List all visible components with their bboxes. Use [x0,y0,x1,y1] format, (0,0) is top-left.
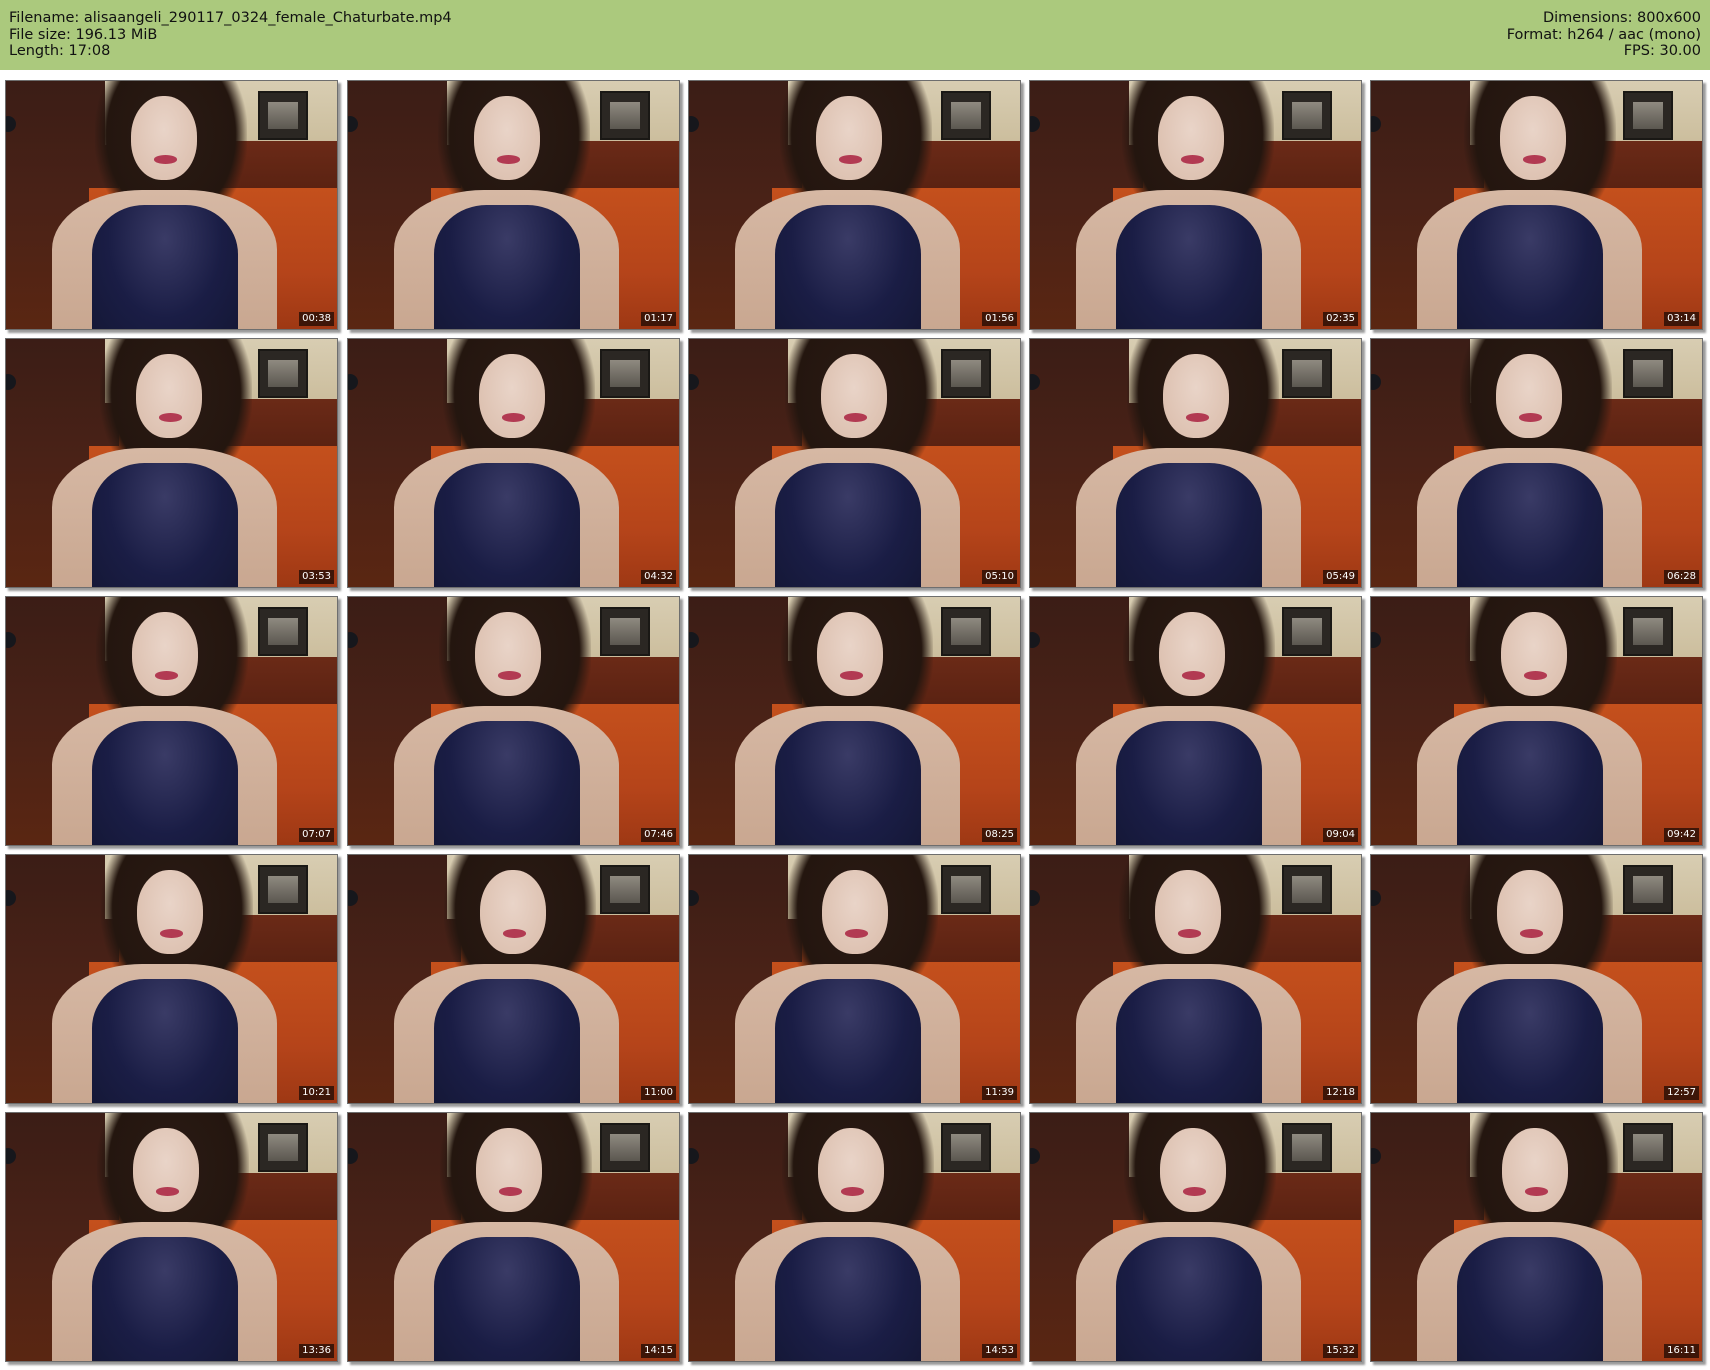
timestamp-label: 05:10 [982,570,1017,584]
video-frame-image [1371,855,1702,1103]
video-frame-image [1030,855,1361,1103]
thumbnail-frame[interactable]: 15:32 [1029,1112,1362,1362]
video-frame-image [689,81,1020,329]
thumbnail-frame[interactable]: 05:49 [1029,338,1362,588]
video-frame-image [689,597,1020,845]
timestamp-label: 13:36 [299,1344,334,1358]
video-frame-image [1030,597,1361,845]
timestamp-label: 09:04 [1323,828,1358,842]
timestamp-label: 09:42 [1664,828,1699,842]
video-frame-image [1371,81,1702,329]
thumbnail-frame[interactable]: 02:35 [1029,80,1362,330]
thumbnail-frame[interactable]: 09:42 [1370,596,1703,846]
timestamp-label: 08:25 [982,828,1017,842]
thumbnail-frame[interactable]: 13:36 [5,1112,338,1362]
thumbnail-frame[interactable]: 16:11 [1370,1112,1703,1362]
video-frame-image [6,1113,337,1361]
video-frame-image [1030,1113,1361,1361]
timestamp-label: 06:28 [1664,570,1699,584]
timestamp-label: 05:49 [1323,570,1358,584]
timestamp-label: 15:32 [1323,1344,1358,1358]
timestamp-label: 02:35 [1323,312,1358,326]
thumbnail-frame[interactable]: 07:07 [5,596,338,846]
timestamp-label: 03:53 [299,570,334,584]
thumbnail-frame[interactable]: 12:57 [1370,854,1703,1104]
timestamp-label: 12:57 [1664,1086,1699,1100]
timestamp-label: 04:32 [641,570,676,584]
video-frame-image [348,1113,679,1361]
video-frame-image [1371,597,1702,845]
video-frame-image [1371,1113,1702,1361]
video-frame-image [1030,81,1361,329]
video-frame-image [348,855,679,1103]
timestamp-label: 01:56 [982,312,1017,326]
timestamp-label: 10:21 [299,1086,334,1100]
timestamp-label: 14:53 [982,1344,1017,1358]
thumbnail-frame[interactable]: 03:14 [1370,80,1703,330]
thumbnail-frame[interactable]: 14:53 [688,1112,1021,1362]
timestamp-label: 14:15 [641,1344,676,1358]
timestamp-label: 03:14 [1664,312,1699,326]
thumbnail-frame[interactable]: 06:28 [1370,338,1703,588]
thumbnail-frame[interactable]: 09:04 [1029,596,1362,846]
thumbnail-frame[interactable]: 00:38 [5,80,338,330]
video-frame-image [689,339,1020,587]
video-frame-image [1371,339,1702,587]
video-frame-image [348,81,679,329]
thumbnail-frame[interactable]: 08:25 [688,596,1021,846]
timestamp-label: 12:18 [1323,1086,1358,1100]
timestamp-label: 00:38 [299,312,334,326]
timestamp-label: 11:39 [982,1086,1017,1100]
video-frame-image [348,339,679,587]
timestamp-label: 07:46 [641,828,676,842]
video-frame-image [689,1113,1020,1361]
timestamp-label: 07:07 [299,828,334,842]
timestamp-label: 11:00 [641,1086,676,1100]
thumbnail-frame[interactable]: 14:15 [347,1112,680,1362]
thumbnail-frame[interactable]: 03:53 [5,338,338,588]
video-frame-image [6,855,337,1103]
video-frame-image [689,855,1020,1103]
thumbnail-frame[interactable]: 10:21 [5,854,338,1104]
thumbnail-grid: 00:38 01:17 01:56 02:35 03:14 03:53 04:32 05:10… [0,0,1710,1370]
thumbnail-frame[interactable]: 12:18 [1029,854,1362,1104]
timestamp-label: 01:17 [641,312,676,326]
video-frame-image [6,597,337,845]
video-frame-image [1030,339,1361,587]
thumbnail-frame[interactable]: 04:32 [347,338,680,588]
thumbnail-frame[interactable]: 07:46 [347,596,680,846]
thumbnail-frame[interactable]: 11:00 [347,854,680,1104]
video-frame-image [6,81,337,329]
thumbnail-frame[interactable]: 11:39 [688,854,1021,1104]
video-frame-image [348,597,679,845]
timestamp-label: 16:11 [1664,1344,1699,1358]
video-frame-image [6,339,337,587]
thumbnail-frame[interactable]: 01:56 [688,80,1021,330]
thumbnail-frame[interactable]: 05:10 [688,338,1021,588]
thumbnail-frame[interactable]: 01:17 [347,80,680,330]
